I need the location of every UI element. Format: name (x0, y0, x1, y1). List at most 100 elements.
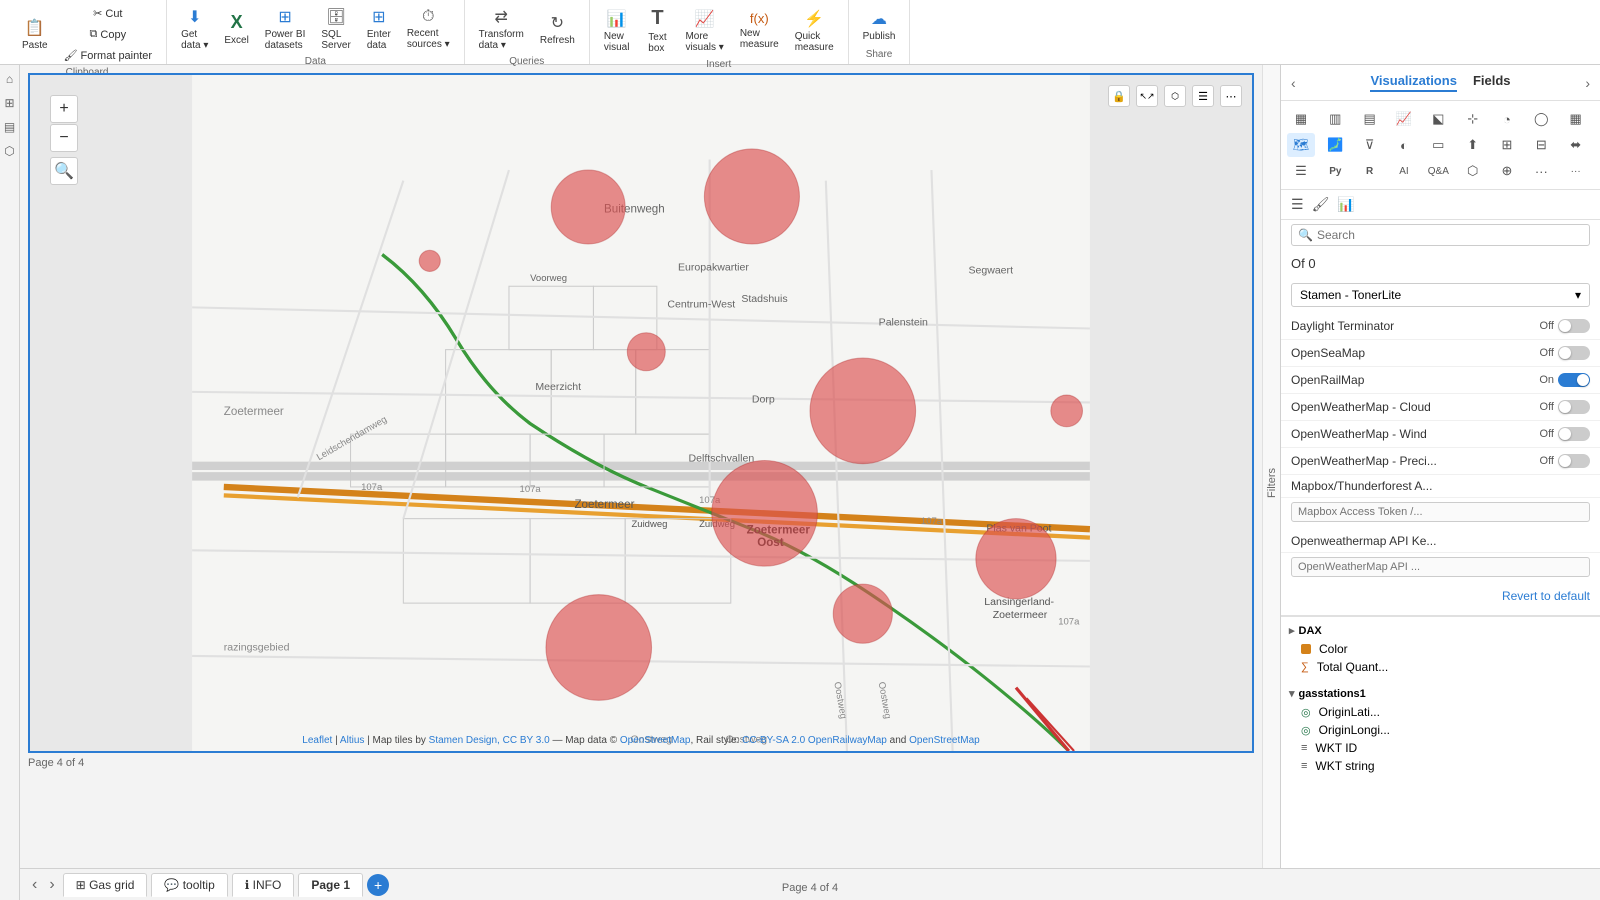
viz-area-chart[interactable]: ⬕ (1424, 107, 1452, 131)
map-lock-button[interactable]: 🔒 (1108, 85, 1130, 107)
gasstations-header[interactable]: ▾ gasstations1 (1281, 684, 1600, 703)
model-sidebar-icon[interactable]: ⬡ (1, 141, 17, 161)
viz-stacked-bar[interactable]: ▥ (1321, 107, 1349, 131)
paste-button[interactable]: 📋 Paste (16, 15, 54, 54)
stamen-link[interactable]: Stamen Design, CC BY 3.0 (429, 735, 550, 746)
viz-r[interactable]: R (1356, 159, 1384, 183)
wkt-string-field[interactable]: ≡ WKT string (1281, 757, 1600, 775)
map-lasso-button[interactable]: ⬡ (1164, 85, 1186, 107)
tab-gas-grid[interactable]: ⊞ Gas grid (63, 873, 148, 897)
tab-tooltip[interactable]: 💬 tooltip (151, 873, 227, 897)
zoom-out-button[interactable]: − (50, 124, 78, 152)
rail-link[interactable]: CC-BY-SA 2.0 OpenRailwayMap (742, 735, 887, 746)
page-next-button[interactable]: › (45, 874, 58, 896)
fields-format-btn[interactable]: ☰ (1291, 196, 1304, 213)
visualizations-tab[interactable]: Visualizations (1370, 73, 1456, 92)
add-page-button[interactable]: + (367, 874, 389, 896)
owm-cloud-track[interactable] (1558, 400, 1590, 414)
viz-card[interactable]: ▭ (1424, 133, 1452, 157)
viz-clustered-bar[interactable]: ▤ (1356, 107, 1384, 131)
openseamap-switch[interactable]: Off (1540, 346, 1590, 360)
copy-button[interactable]: ⧉ Copy (58, 25, 159, 44)
new-visual-button[interactable]: 📊 Newvisual (598, 6, 636, 56)
leaflet-link[interactable]: Leaflet (302, 735, 332, 746)
owm-wind-switch[interactable]: Off (1540, 427, 1590, 441)
origin-long-field[interactable]: ◎ OriginLongi... (1281, 721, 1600, 739)
grid-sidebar-icon[interactable]: ⊞ (1, 93, 17, 113)
openseamap-track[interactable] (1558, 346, 1590, 360)
cut-button[interactable]: ✂ Cut (58, 4, 159, 23)
viz-line-chart[interactable]: 📈 (1390, 107, 1418, 131)
osm-link[interactable]: OpenStreetMap (620, 735, 691, 746)
fields-search-box[interactable]: 🔍 (1291, 224, 1590, 246)
sql-server-button[interactable]: 🗄 SQLServer (315, 4, 356, 54)
wkt-id-field[interactable]: ≡ WKT ID (1281, 739, 1600, 757)
viz-pie[interactable]: ◔ (1493, 107, 1521, 131)
viz-matrix[interactable]: ⊟ (1527, 133, 1555, 157)
osm2-link[interactable]: OpenStreetMap (909, 735, 980, 746)
analytics-format-btn[interactable]: 📊 (1337, 196, 1354, 213)
viz-treemap[interactable]: ▦ (1562, 107, 1590, 131)
viz-ai[interactable]: AI (1390, 159, 1418, 183)
new-measure-button[interactable]: f(x) Newmeasure (734, 8, 785, 53)
refresh-button[interactable]: ↻ Refresh (534, 10, 581, 49)
map-select-button[interactable]: ↖↗ (1136, 85, 1158, 107)
viz-map[interactable]: 🗺 (1287, 133, 1315, 157)
zoom-in-button[interactable]: + (50, 95, 78, 123)
viz-scatter[interactable]: ⊹ (1459, 107, 1487, 131)
map-frame[interactable]: Leidschendamweg 107a 107a 107a 107a 107a… (28, 73, 1254, 753)
panel-nav-left-btn[interactable]: ‹ (1291, 75, 1296, 91)
publish-button[interactable]: ☁ Publish (857, 6, 902, 45)
owm-preci-track[interactable] (1558, 454, 1590, 468)
power-bi-datasets-button[interactable]: ⊞ Power BIdatasets (259, 4, 312, 54)
tab-info[interactable]: ℹ INFO (232, 873, 295, 897)
text-box-button[interactable]: T Textbox (639, 4, 675, 57)
viz-custom1[interactable]: ⊕ (1493, 159, 1521, 183)
tab-page1[interactable]: Page 1 (298, 873, 363, 897)
owm-api-input[interactable] (1291, 557, 1590, 577)
recent-sources-button[interactable]: ⏱ Recentsources ▾ (401, 5, 456, 53)
fields-tab[interactable]: Fields (1473, 73, 1511, 92)
openrailmap-switch[interactable]: On (1539, 373, 1590, 387)
viz-kpi[interactable]: ⬆ (1459, 133, 1487, 157)
panel-nav-right-btn[interactable]: › (1585, 75, 1590, 91)
home-sidebar-icon[interactable]: ⌂ (3, 69, 16, 89)
map-filter-button[interactable]: ☰ (1192, 85, 1214, 107)
viz-extra[interactable]: ··· (1562, 159, 1590, 183)
color-field-item[interactable]: Color (1281, 640, 1600, 658)
map-search-button[interactable]: 🔍 (50, 157, 78, 185)
total-quant-field-item[interactable]: ∑ Total Quant... (1281, 658, 1600, 676)
quick-measure-button[interactable]: ⚡ Quickmeasure (789, 6, 840, 56)
viz-decomp[interactable]: ⬡ (1459, 159, 1487, 183)
origin-lat-field[interactable]: ◎ OriginLati... (1281, 703, 1600, 721)
viz-gauge[interactable]: ◐ (1390, 133, 1418, 157)
table-sidebar-icon[interactable]: ▤ (1, 117, 18, 137)
viz-filled-map[interactable]: 🗾 (1321, 133, 1349, 157)
viz-qanda[interactable]: Q&A (1424, 159, 1452, 183)
revert-default-button[interactable]: Revert to default (1291, 589, 1590, 603)
openrailmap-track[interactable] (1558, 373, 1590, 387)
viz-waterfall[interactable]: ⬌ (1562, 133, 1590, 157)
viz-funnel[interactable]: ⊽ (1356, 133, 1384, 157)
daylight-terminator-track[interactable] (1558, 319, 1590, 333)
transform-data-button[interactable]: ⇄ Transformdata ▾ (473, 4, 530, 54)
viz-more[interactable]: ··· (1527, 159, 1555, 183)
enter-data-button[interactable]: ⊞ Enterdata (361, 4, 397, 54)
format-painter-button[interactable]: 🖌 Format painter (58, 46, 159, 65)
mapbox-token-input[interactable] (1291, 502, 1590, 522)
excel-button[interactable]: X Excel (218, 9, 254, 49)
get-data-button[interactable]: ⬇ Getdata ▾ (175, 4, 214, 54)
map-style-dropdown[interactable]: Stamen - TonerLite ▾ (1291, 283, 1590, 307)
viz-bar-chart[interactable]: ▦ (1287, 107, 1315, 131)
map-more-button[interactable]: ⋯ (1220, 85, 1242, 107)
fields-search-input[interactable] (1317, 228, 1583, 242)
owm-cloud-switch[interactable]: Off (1540, 400, 1590, 414)
owm-preci-switch[interactable]: Off (1540, 454, 1590, 468)
viz-table[interactable]: ⊞ (1493, 133, 1521, 157)
daylight-terminator-switch[interactable]: Off (1540, 319, 1590, 333)
paint-format-btn[interactable]: 🖌 (1312, 196, 1330, 213)
altius-link[interactable]: Altius (340, 735, 364, 746)
viz-python[interactable]: Py (1321, 159, 1349, 183)
more-visuals-button[interactable]: 📈 Morevisuals ▾ (679, 6, 729, 56)
owm-wind-track[interactable] (1558, 427, 1590, 441)
